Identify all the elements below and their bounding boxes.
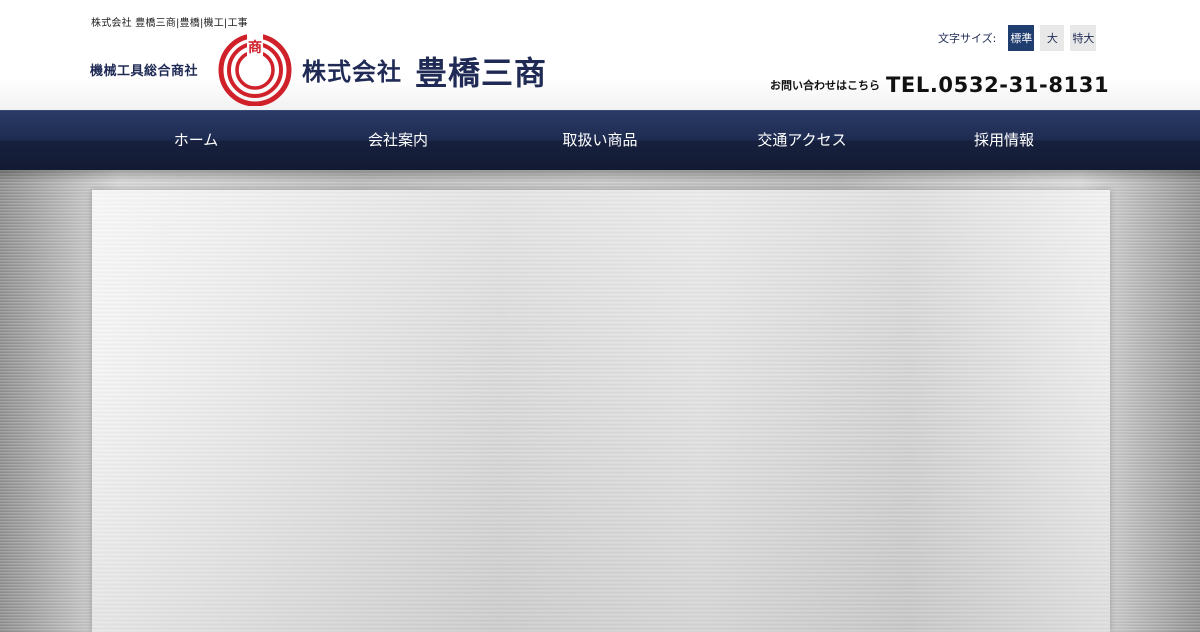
nav-item-recruit[interactable]: 採用情報 [903, 111, 1105, 167]
logo-company-name: 豊橋三商 [415, 54, 548, 92]
nav-shadow [0, 170, 1200, 182]
font-size-label: 文字サイズ: [938, 32, 997, 45]
logo-company-prefix: 株式会社 [302, 58, 402, 86]
hero-shading [92, 190, 1110, 632]
hero-image-panel [92, 190, 1110, 632]
font-size-standard-button[interactable]: 標準 [1008, 25, 1035, 51]
global-nav: ホーム 会社案内 取扱い商品 交通アクセス 採用情報 [0, 110, 1200, 170]
company-mark-icon: 商 [218, 32, 292, 106]
font-size-switcher: 文字サイズ: 標準 大 特大 [938, 25, 1097, 51]
main-visual-area [0, 170, 1200, 632]
nav-item-access[interactable]: 交通アクセス [701, 111, 903, 167]
site-logo[interactable]: 機械工具総合商社 商 株式会社 豊橋三商 [90, 32, 560, 106]
nav-item-home[interactable]: ホーム [95, 111, 297, 167]
contact-label: お問い合わせはこちら [770, 79, 880, 92]
site-tagline: 株式会社 豊橋三商|豊橋|機工|工事 [91, 18, 248, 29]
nav-item-company[interactable]: 会社案内 [297, 111, 499, 167]
nav-item-products[interactable]: 取扱い商品 [499, 111, 701, 167]
logo-subtitle: 機械工具総合商社 [90, 64, 199, 79]
contact-info: お問い合わせはこちら TEL.0532-31-8131 [770, 70, 1109, 100]
font-size-large-button[interactable]: 大 [1040, 25, 1065, 51]
phone-number-link[interactable]: TEL.0532-31-8131 [886, 73, 1109, 97]
logo-mark-text: 商 [248, 39, 262, 56]
site-header: 株式会社 豊橋三商|豊橋|機工|工事 機械工具総合商社 商 株式会社 豊橋三商 … [0, 0, 1200, 110]
font-size-xlarge-button[interactable]: 特大 [1070, 25, 1097, 51]
nav-menu: ホーム 会社案内 取扱い商品 交通アクセス 採用情報 [95, 111, 1105, 171]
